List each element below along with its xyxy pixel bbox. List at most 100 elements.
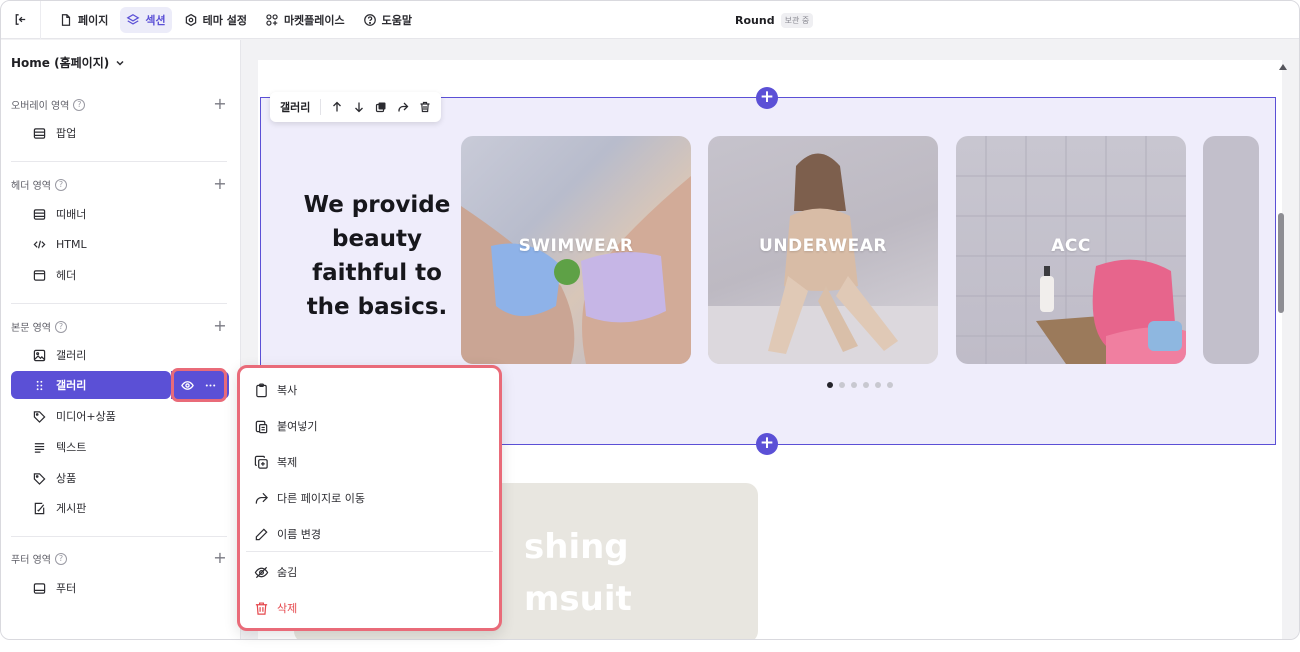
- menu-item-label: 숨김: [277, 566, 298, 579]
- sidebar-item-label: 갤러리: [56, 349, 87, 362]
- sidebar-item-label: 텍스트: [56, 441, 87, 454]
- site-title: Round: [735, 13, 775, 27]
- banner-icon: [33, 208, 46, 220]
- add-overlay-button[interactable]: +: [213, 96, 227, 112]
- page-selector[interactable]: Home (홈페이지): [11, 54, 125, 71]
- next-section-text-line2: msuit: [524, 579, 632, 619]
- exit-button[interactable]: [1, 1, 41, 39]
- carousel-dot[interactable]: [839, 382, 845, 388]
- eye-icon[interactable]: [181, 379, 194, 392]
- image-icon: [33, 349, 46, 361]
- add-body-button[interactable]: +: [213, 318, 227, 334]
- sidebar-item-banner[interactable]: 띠배너: [11, 200, 229, 228]
- nav-marketplace[interactable]: 마켓플레이스: [259, 7, 351, 33]
- section-toolbar: 갤러리: [270, 92, 442, 122]
- more-icon[interactable]: [204, 379, 217, 392]
- sidebar: Home (홈페이지) 오버레이 영역 ? + 팝업 헤더 영역 ? + 띠배너…: [1, 40, 241, 639]
- sidebar-item-label: 팝업: [56, 127, 77, 140]
- menu-item-label: 다른 페이지로 이동: [277, 492, 365, 505]
- sidebar-item-html[interactable]: HTML: [11, 230, 229, 258]
- menu-item-rename[interactable]: 이름 변경: [254, 521, 321, 547]
- menu-item-move-page[interactable]: 다른 페이지로 이동: [254, 485, 365, 511]
- gallery-card-next[interactable]: [1203, 136, 1259, 364]
- menu-item-paste[interactable]: 붙여넣기: [254, 413, 317, 439]
- page-icon: [61, 13, 71, 26]
- share-icon[interactable]: [397, 101, 409, 113]
- arrow-up-icon[interactable]: [331, 101, 343, 113]
- chevron-down-icon: [116, 60, 124, 66]
- carousel-dot[interactable]: [863, 382, 869, 388]
- duplicate-icon: [254, 455, 268, 469]
- carousel-dot[interactable]: [887, 382, 893, 388]
- sidebar-item-label: 상품: [56, 472, 77, 485]
- help-icon[interactable]: ?: [54, 552, 67, 565]
- scroll-up-arrow[interactable]: [1279, 64, 1287, 70]
- sidebar-item-gallery[interactable]: 갤러리: [11, 341, 229, 369]
- main-nav: 페이지 섹션 테마 설정 마켓플레이스 도움말: [53, 6, 418, 33]
- top-bar: 페이지 섹션 테마 설정 마켓플레이스 도움말 Round 보관 중: [1, 1, 1299, 39]
- duplicate-icon[interactable]: [375, 101, 387, 113]
- clipboard-icon: [256, 383, 267, 397]
- trash-icon: [255, 601, 268, 615]
- menu-item-label: 붙여넣기: [277, 420, 318, 433]
- exit-icon: [15, 14, 26, 25]
- sidebar-item-label: 띠배너: [56, 208, 87, 221]
- sidebar-item-popup[interactable]: 팝업: [11, 119, 229, 147]
- nav-theme-settings[interactable]: 테마 설정: [178, 7, 253, 33]
- gallery-headline: We provide beauty faithful to the basics…: [303, 192, 451, 320]
- sidebar-item-footer[interactable]: 푸터: [11, 574, 229, 602]
- section-title-footer: 푸터 영역 ?: [11, 551, 67, 566]
- add-section-below-button[interactable]: +: [756, 433, 778, 455]
- nav-sections[interactable]: 섹션: [120, 6, 172, 33]
- sidebar-item-header[interactable]: 헤더: [11, 261, 229, 289]
- carousel-dots: [827, 382, 893, 388]
- sidebar-item-media-product[interactable]: 미디어+상품: [11, 402, 229, 430]
- card-label: UNDERWEAR: [759, 236, 887, 256]
- nav-pages-label: 페이지: [78, 13, 109, 27]
- menu-item-copy[interactable]: 복사: [254, 377, 297, 403]
- help-icon[interactable]: ?: [54, 320, 67, 333]
- menu-item-label: 삭제: [277, 602, 298, 615]
- sidebar-divider: [11, 303, 227, 304]
- sidebar-item-board[interactable]: 게시판: [11, 494, 229, 522]
- next-section-text-line1: shing: [524, 527, 629, 567]
- sidebar-item-product[interactable]: 상품: [11, 464, 229, 492]
- board-icon: [34, 502, 45, 514]
- drag-handle-icon[interactable]: [33, 379, 46, 392]
- arrow-down-icon[interactable]: [353, 101, 365, 113]
- section-toolbar-label: 갤러리: [280, 101, 311, 114]
- menu-item-hide[interactable]: 숨김: [254, 559, 297, 585]
- section-title-footer-label: 푸터 영역: [11, 555, 51, 566]
- carousel-dot[interactable]: [875, 382, 881, 388]
- footer-icon: [33, 582, 46, 594]
- help-icon[interactable]: ?: [54, 178, 67, 191]
- nav-help[interactable]: 도움말: [357, 7, 418, 33]
- sidebar-divider: [11, 161, 227, 162]
- carousel-dot[interactable]: [827, 382, 833, 388]
- section-title-header: 헤더 영역 ?: [11, 177, 67, 192]
- add-header-button[interactable]: +: [213, 176, 227, 192]
- gallery-card-underwear[interactable]: UNDERWEAR: [708, 136, 938, 364]
- help-icon: [363, 13, 376, 26]
- card-label: SWIMWEAR: [518, 236, 634, 256]
- sidebar-item-text[interactable]: 텍스트: [11, 433, 229, 461]
- gallery-card-acc[interactable]: ACC: [956, 136, 1186, 364]
- menu-divider: [246, 551, 493, 552]
- menu-item-label: 복사: [277, 384, 298, 397]
- nav-pages[interactable]: 페이지: [53, 7, 114, 33]
- gallery-card-swimwear[interactable]: SWIMWEAR: [461, 136, 691, 364]
- scrollbar-thumb[interactable]: [1278, 213, 1284, 313]
- sidebar-divider: [11, 536, 227, 537]
- trash-icon[interactable]: [419, 101, 431, 113]
- add-section-above-button[interactable]: +: [756, 87, 778, 109]
- add-footer-button[interactable]: +: [213, 550, 227, 566]
- carousel-dot[interactable]: [851, 382, 857, 388]
- menu-item-duplicate[interactable]: 복제: [254, 449, 297, 475]
- section-title-overlay: 오버레이 영역 ?: [11, 97, 86, 112]
- menu-item-delete[interactable]: 삭제: [254, 595, 297, 621]
- sidebar-item-label: HTML: [56, 237, 87, 251]
- help-icon[interactable]: ?: [73, 98, 86, 111]
- tag-icon: [33, 410, 46, 423]
- sidebar-item-gallery-selected[interactable]: 갤러리: [11, 371, 171, 399]
- text-icon: [34, 442, 45, 453]
